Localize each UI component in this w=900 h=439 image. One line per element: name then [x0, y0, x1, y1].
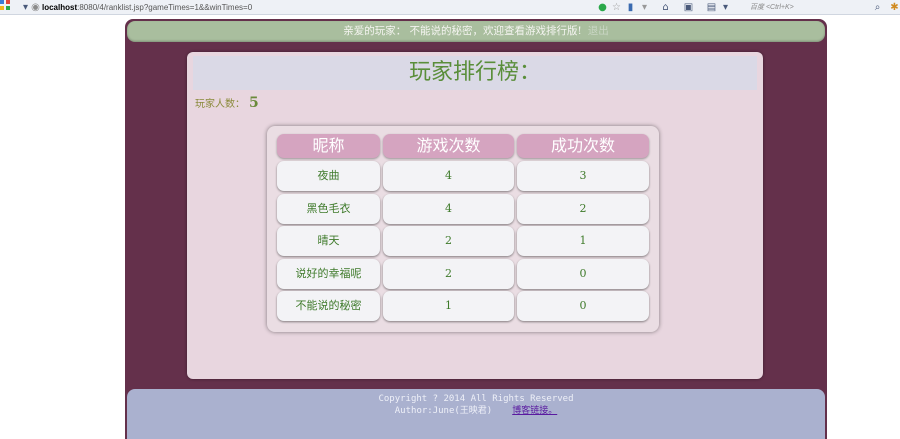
- url-path: :8080/4/ranklist.jsp?gameTimes=1&&winTim…: [77, 3, 253, 12]
- author-line: Author:June(王映君) 博客链接。: [127, 406, 825, 417]
- globe-icon: ◉: [31, 2, 40, 13]
- column-header-games: 游戏次数: [383, 134, 514, 158]
- row-5-nickname: 不能说的秘密: [277, 291, 380, 321]
- go-icon[interactable]: ●: [597, 2, 608, 13]
- page-container: 亲爱的玩家： 不能说的秘密，欢迎查看游戏排行版! 退出 玩家排行榜： 玩家人数： 5…: [125, 19, 827, 439]
- row-2-games: 4: [383, 194, 514, 224]
- header-bar: 亲爱的玩家： 不能说的秘密，欢迎查看游戏排行版! 退出: [127, 21, 825, 42]
- row-2-nickname: 黑色毛衣: [277, 194, 380, 224]
- player-count-label: 玩家人数：: [195, 99, 245, 110]
- row-1-games: 4: [383, 161, 514, 191]
- player-count-row: 玩家人数： 5: [195, 94, 259, 112]
- row-4-games: 2: [383, 259, 514, 289]
- home-icon[interactable]: ⌂: [660, 2, 671, 13]
- row-1-wins: 3: [517, 161, 649, 191]
- menu-arrow-icon[interactable]: ▾: [639, 2, 650, 13]
- row-5-games: 1: [383, 291, 514, 321]
- row-2-wins: 2: [517, 194, 649, 224]
- search-input[interactable]: 百度 <Ctrl+K>: [750, 1, 885, 14]
- player-count-value: 5: [249, 95, 259, 111]
- row-3-games: 2: [383, 226, 514, 256]
- row-5-wins: 0: [517, 291, 649, 321]
- row-1-nickname: 夜曲: [277, 161, 380, 191]
- author-text: Author:June(王映君): [394, 406, 493, 416]
- copyright-text: Copyright ? 2014 All Rights Reserved: [378, 394, 574, 404]
- bookmark-star-icon[interactable]: ☆: [611, 2, 622, 13]
- content-panel: 玩家排行榜： 玩家人数： 5 昵称 游戏次数 成功次数 夜曲 4 3 黑色毛衣 4…: [187, 52, 763, 379]
- extension-icon[interactable]: ✱: [889, 2, 900, 13]
- screenshot-icon[interactable]: ▣: [683, 2, 694, 13]
- logout-link[interactable]: 退出: [588, 25, 609, 37]
- blog-link[interactable]: 博客链接。: [512, 406, 557, 416]
- page-title: 玩家排行榜：: [193, 56, 757, 90]
- column-header-nickname: 昵称: [277, 134, 380, 158]
- address-bar[interactable]: localhost:8080/4/ranklist.jsp?gameTimes=…: [42, 1, 597, 14]
- device-icon[interactable]: ▮: [625, 2, 636, 13]
- row-4-wins: 0: [517, 259, 649, 289]
- column-header-wins: 成功次数: [517, 134, 649, 158]
- footer: Copyright ? 2014 All Rights Reserved Aut…: [127, 389, 825, 439]
- browser-toolbar: ▾ ◉ localhost:8080/4/ranklist.jsp?gameTi…: [0, 0, 900, 15]
- search-icon[interactable]: ⌕: [872, 2, 883, 13]
- row-3-nickname: 晴天: [277, 226, 380, 256]
- row-4-nickname: 说好的幸福呢: [277, 259, 380, 289]
- row-3-wins: 1: [517, 226, 649, 256]
- ranking-table: 昵称 游戏次数 成功次数 夜曲 4 3 黑色毛衣 4 2 晴天 2 1 说好的幸…: [267, 126, 659, 332]
- url-host: localhost: [42, 3, 78, 12]
- welcome-text: 亲爱的玩家： 不能说的秘密，欢迎查看游戏排行版!: [343, 25, 582, 37]
- apps-grid-icon[interactable]: [0, 0, 10, 10]
- addon-icon[interactable]: ▤: [706, 2, 717, 13]
- addon-arrow-icon[interactable]: ▾: [720, 2, 731, 13]
